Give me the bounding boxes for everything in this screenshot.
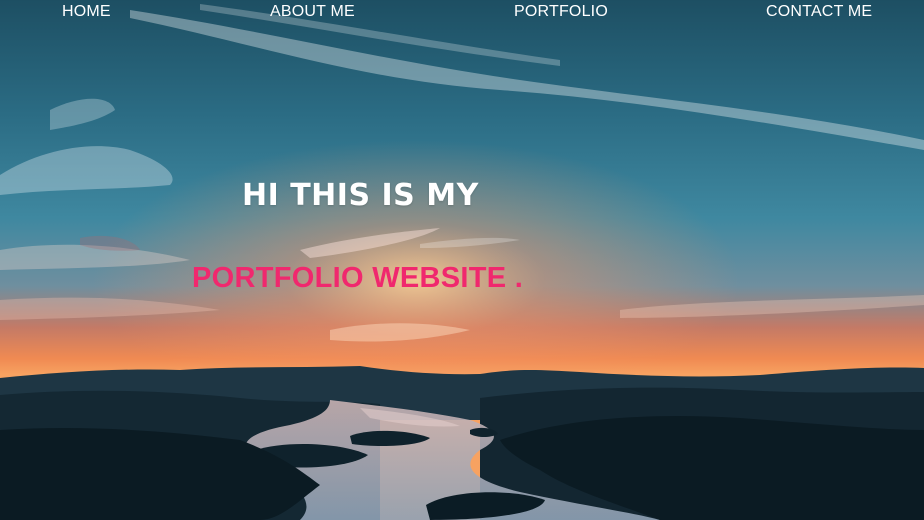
- hero-background-image: [0, 0, 924, 520]
- hero-title: HI THIS IS MY: [242, 178, 479, 213]
- hero-subtitle: PORTFOLIO WEBSITE .: [192, 262, 524, 294]
- nav-link-home[interactable]: HOME: [62, 3, 111, 21]
- top-navigation: HOME ABOUT ME PORTFOLIO CONTACT ME: [0, 0, 924, 24]
- nav-link-contact-me[interactable]: CONTACT ME: [766, 3, 872, 21]
- nav-link-about-me[interactable]: ABOUT ME: [270, 3, 355, 21]
- nav-link-portfolio[interactable]: PORTFOLIO: [514, 3, 608, 21]
